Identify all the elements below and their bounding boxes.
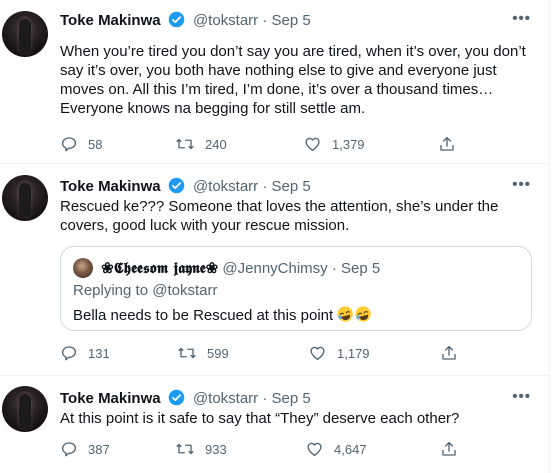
tweet-actions: 387 933 4,647 [60,440,460,460]
tweet[interactable]: Toke Makinwa @tokstarr · Sep 5 ••• Rescu… [0,164,549,376]
separator-dot: · [331,260,337,277]
retweet-count: 240 [205,136,227,152]
tweet-date[interactable]: Sep 5 [272,12,311,29]
verified-icon [168,177,185,194]
share-button[interactable] [440,344,468,362]
tweet-date[interactable]: Sep 5 [272,178,311,195]
retweet-icon [176,138,194,150]
like-icon [305,137,320,152]
retweet-button[interactable]: 933 [175,440,227,458]
quoted-author-name: ❀𝕮𝖍𝖊𝖊𝖘𝖔𝖒 𝖏𝖆𝖞𝖓𝖊❀ [101,259,219,277]
reply-count: 58 [88,136,103,152]
reply-icon [61,442,77,457]
like-icon [307,442,322,457]
share-icon [442,441,456,456]
like-button[interactable]: 1,179 [308,344,370,362]
reply-icon [61,346,77,361]
timeline-border [549,0,550,473]
quoted-text: Bella needs to be Rescued at this point [73,307,334,324]
share-icon [442,345,456,360]
reply-count: 387 [88,441,110,457]
quoted-avatar [73,258,93,278]
quoted-text-line: Bella needs to be Rescued at this point [73,305,373,324]
like-icon [310,346,325,361]
like-button[interactable]: 1,379 [303,135,365,153]
like-count: 1,379 [332,136,365,152]
like-count: 4,647 [334,441,367,457]
verified-icon [168,11,185,28]
share-button[interactable] [438,135,466,153]
retweet-icon [176,443,194,455]
quoted-author-handle: @JennyChimsy [222,260,328,277]
tweet-actions: 131 599 1,179 [60,344,460,364]
tweet-text: When you’re tired you don’t say you are … [60,43,526,117]
tweet-text: At this point is it safe to say that “Th… [60,410,460,427]
laughing-emoji [337,306,371,322]
replying-to: Replying to @tokstarr [73,282,218,299]
author-handle[interactable]: @tokstarr [193,12,258,29]
share-button[interactable] [440,440,468,458]
like-count: 1,179 [337,345,370,361]
more-icon[interactable]: ••• [512,388,531,405]
retweet-icon [178,347,196,359]
author-handle[interactable]: @tokstarr [193,178,258,195]
tweet-text: Rescued ke??? Someone that loves the att… [60,198,499,234]
retweet-count: 599 [207,345,229,361]
avatar[interactable] [2,11,48,57]
author-name[interactable]: Toke Makinwa [60,12,161,29]
reply-button[interactable]: 58 [60,135,102,153]
reply-button[interactable]: 131 [60,344,110,362]
like-button[interactable]: 4,647 [305,440,367,458]
tweet[interactable]: Toke Makinwa @tokstarr · Sep 5 ••• At th… [0,376,549,473]
quoted-date: Sep 5 [341,260,381,277]
separator-dot: · [262,390,268,407]
reply-button[interactable]: 387 [60,440,110,458]
avatar[interactable] [2,175,48,221]
more-icon[interactable]: ••• [512,176,531,193]
tweet-actions: 58 240 1,379 [60,135,460,155]
reply-icon [61,137,77,152]
quoted-tweet[interactable]: ❀𝕮𝖍𝖊𝖊𝖘𝖔𝖒 𝖏𝖆𝖞𝖓𝖊❀ @JennyChimsy · Sep 5 Rep… [60,246,532,331]
author-name[interactable]: Toke Makinwa [60,178,161,195]
tweet[interactable]: Toke Makinwa @tokstarr · Sep 5 ••• When … [0,0,549,164]
author-name[interactable]: Toke Makinwa [60,390,161,407]
verified-icon [168,389,185,406]
separator-dot: · [262,12,268,29]
tweet-date[interactable]: Sep 5 [272,390,311,407]
share-icon [440,136,454,151]
retweet-button[interactable]: 240 [175,135,227,153]
retweet-button[interactable]: 599 [177,344,229,362]
avatar[interactable] [2,386,48,432]
retweet-count: 933 [205,441,227,457]
more-icon[interactable]: ••• [512,10,531,27]
separator-dot: · [262,178,268,195]
author-handle[interactable]: @tokstarr [193,390,258,407]
reply-count: 131 [88,345,110,361]
